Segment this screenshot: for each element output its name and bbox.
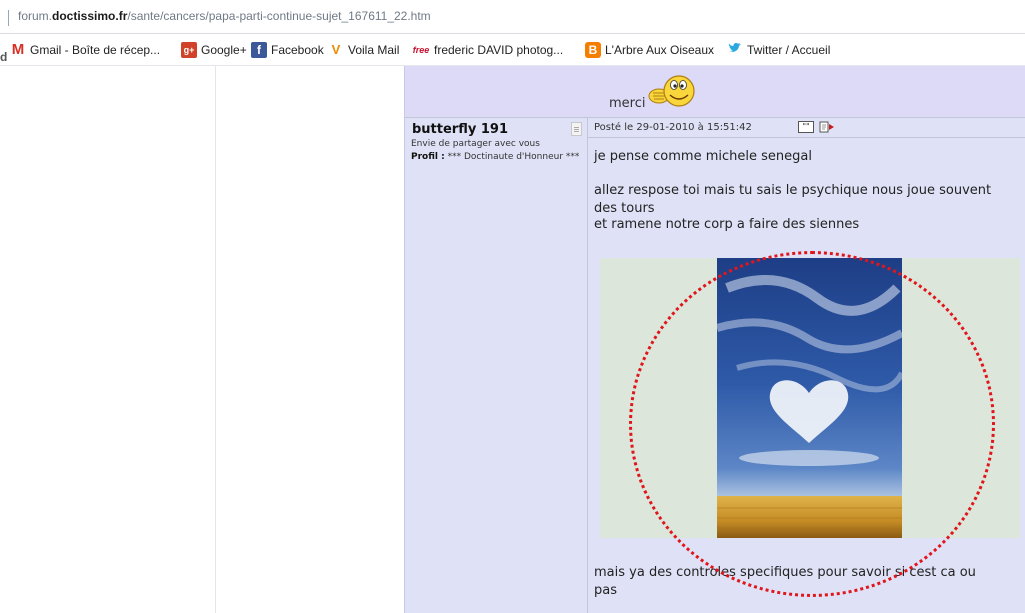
address-bar[interactable]: forum.doctissimo.fr/sante/cancers/papa-p… xyxy=(0,0,1025,34)
post-line: je pense comme michele senegal xyxy=(594,149,812,164)
profile-label: Profil : xyxy=(411,152,445,162)
address-bar-edge xyxy=(8,10,9,26)
post-date: Posté le 29-01-2010 à 15:51:42 xyxy=(594,122,752,133)
bookmark-label: frederic DAVID photog... xyxy=(434,43,564,57)
google-plus-icon: g+ xyxy=(181,42,197,58)
author-profile: Profil : *** Doctinaute d'Honneur *** xyxy=(411,151,587,163)
twitter-icon xyxy=(727,42,743,58)
previous-post-cell: merci xyxy=(404,66,1025,118)
bookmark-label: Voila Mail xyxy=(348,43,400,57)
bookmark-google-plus[interactable]: g+ Google+ xyxy=(181,42,247,58)
bookmark-label: Gmail - Boîte de récep... xyxy=(30,43,161,57)
post-author-cell: butterfly 191 Envie de partager avec vou… xyxy=(404,118,588,613)
blogger-icon: B xyxy=(585,42,601,58)
bookmark-voila-mail[interactable]: V Voila Mail xyxy=(328,42,400,58)
bookmark-frederic-david[interactable]: free frederic DAVID photog... xyxy=(412,42,563,58)
waving-smiley-icon xyxy=(648,75,695,107)
previous-post-text: merci xyxy=(609,96,646,111)
author-tagline: Envie de partager avec vous xyxy=(411,139,540,149)
author-profile-icon[interactable] xyxy=(571,122,582,136)
truncated-bookmark-icon[interactable]: d xyxy=(0,50,7,66)
author-name[interactable]: butterfly 191 xyxy=(412,122,508,137)
bookmark-label: Facebook xyxy=(271,43,324,57)
bookmark-label: Twitter / Accueil xyxy=(747,43,831,57)
annotation-circle xyxy=(629,251,995,597)
reply-icon[interactable] xyxy=(819,121,835,133)
url-domain: doctissimo.fr xyxy=(52,9,128,23)
post-line: allez respose toi mais tu sais le psychi… xyxy=(594,183,992,198)
url-prefix: forum. xyxy=(18,9,53,23)
bookmark-facebook[interactable]: f Facebook xyxy=(251,42,324,58)
bookmark-twitter[interactable]: Twitter / Accueil xyxy=(727,42,830,58)
free-icon: free xyxy=(412,45,430,55)
bookmarks-bar: d M Gmail - Boîte de récep... g+ Google+… xyxy=(0,34,1025,66)
page-left-divider xyxy=(215,66,216,613)
gmail-icon: M xyxy=(11,41,25,58)
post-header: Posté le 29-01-2010 à 15:51:42 "" xyxy=(588,118,1025,138)
bookmark-label: Google+ xyxy=(201,43,247,57)
url-text[interactable]: forum.doctissimo.fr/sante/cancers/papa-p… xyxy=(18,9,431,23)
url-path: /sante/cancers/papa-parti-continue-sujet… xyxy=(127,9,431,23)
post-line: des tours xyxy=(594,201,655,216)
profile-value: *** Doctinaute d'Honneur *** xyxy=(447,152,580,162)
voila-icon: V xyxy=(331,42,341,57)
quote-icon[interactable]: "" xyxy=(798,121,814,133)
facebook-icon: f xyxy=(251,42,267,58)
bookmark-gmail[interactable]: M Gmail - Boîte de récep... xyxy=(10,42,160,58)
bookmark-arbre-aux-oiseaux[interactable]: B L'Arbre Aux Oiseaux xyxy=(585,42,714,58)
bookmark-label: L'Arbre Aux Oiseaux xyxy=(605,43,715,57)
post-line: et ramene notre corp a faire des siennes xyxy=(594,217,860,232)
